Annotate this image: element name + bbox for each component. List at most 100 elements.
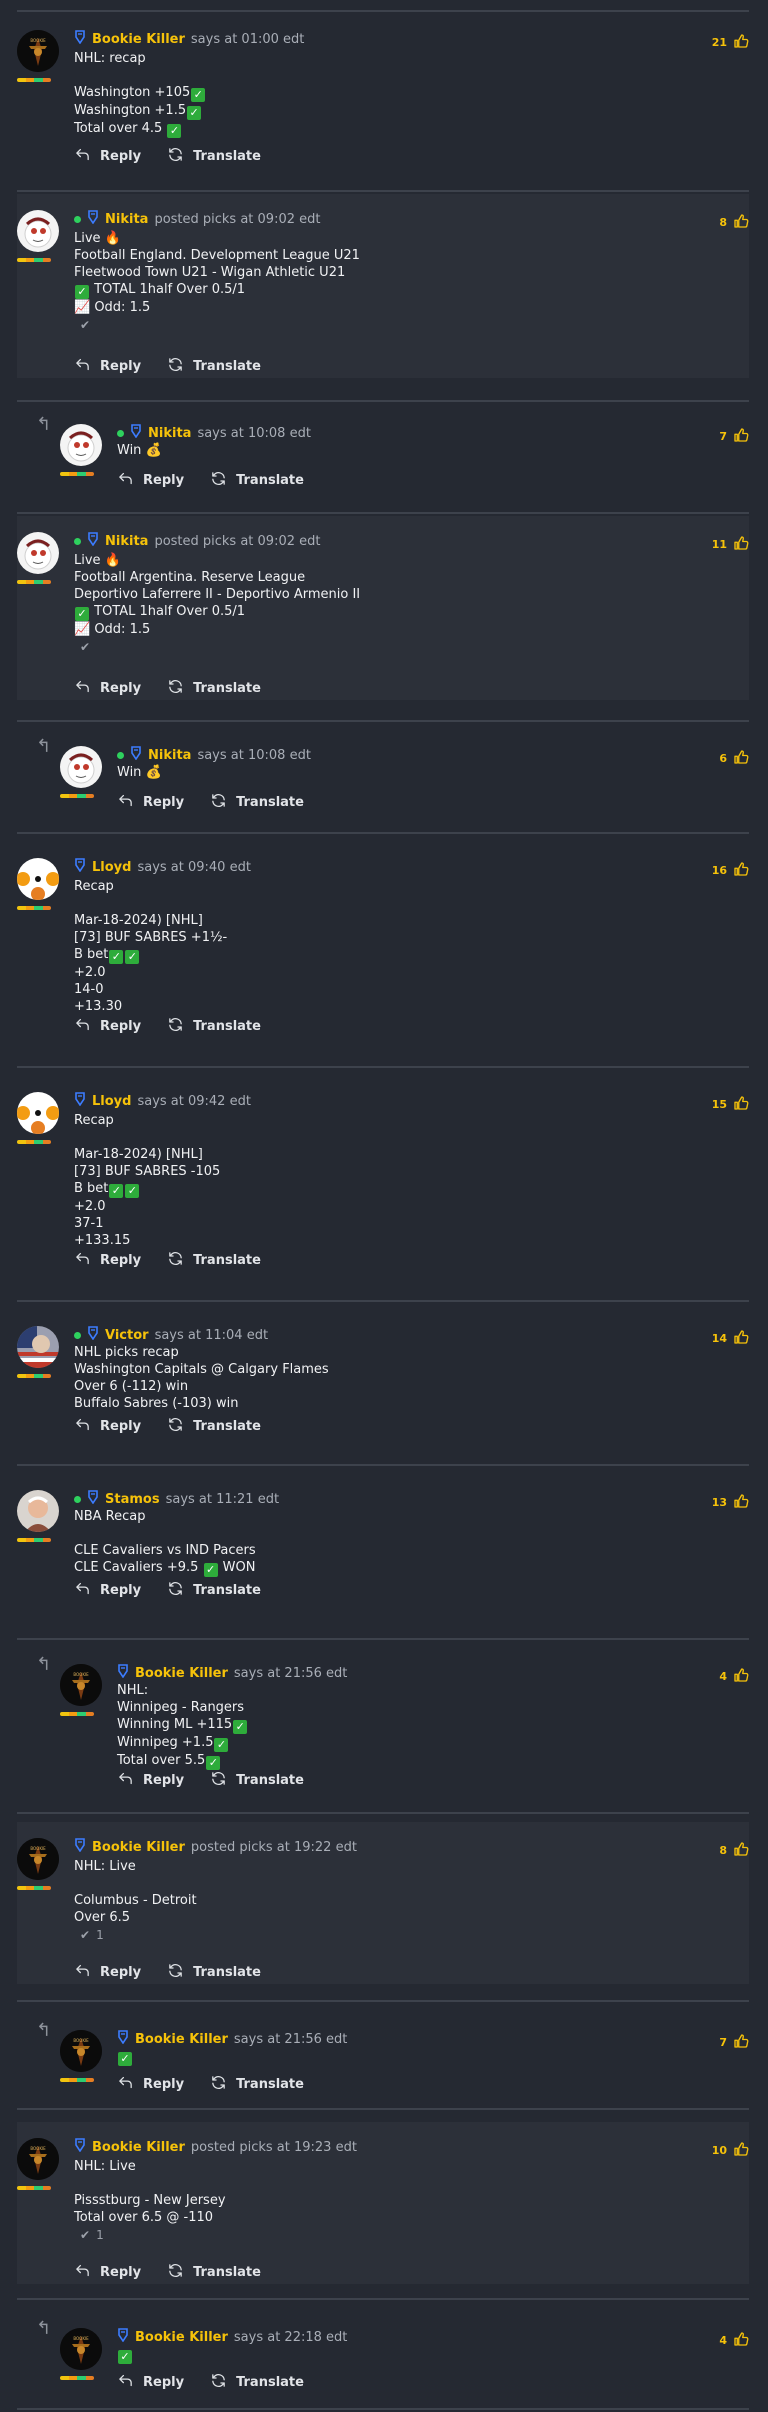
- pick-check-counter[interactable]: ✔ 1: [80, 1928, 104, 1942]
- reply-button[interactable]: Reply: [117, 1770, 184, 1791]
- avatar[interactable]: [17, 1092, 61, 1144]
- thumbs-up-icon: [732, 2140, 750, 2161]
- username[interactable]: Nikita: [148, 426, 191, 441]
- avatar[interactable]: [17, 1490, 61, 1542]
- translate-button[interactable]: Translate: [167, 678, 261, 699]
- translate-button[interactable]: Translate: [167, 356, 261, 377]
- translate-button[interactable]: Translate: [167, 1416, 261, 1437]
- avatar-image[interactable]: [17, 1490, 59, 1532]
- username[interactable]: Lloyd: [92, 1094, 131, 1109]
- avatar[interactable]: BOOKIE: [60, 2328, 104, 2380]
- translate-button[interactable]: Translate: [210, 2074, 304, 2095]
- reply-indent-icon: ↰: [36, 2020, 52, 2041]
- comment-line: 📈 Odd: 1.5: [74, 622, 151, 637]
- translate-label: Translate: [236, 2375, 304, 2390]
- like-button[interactable]: 8: [719, 1840, 750, 1861]
- avatar[interactable]: [17, 1326, 61, 1378]
- reply-button[interactable]: Reply: [74, 1016, 141, 1037]
- avatar[interactable]: BOOKIE: [60, 2030, 104, 2082]
- avatar-image[interactable]: [17, 532, 59, 574]
- avatar-image[interactable]: BOOKIE: [17, 30, 59, 72]
- reply-label: Reply: [100, 2265, 142, 2280]
- like-button[interactable]: 16: [712, 860, 750, 881]
- reply-button[interactable]: Reply: [117, 470, 184, 491]
- reply-button[interactable]: Reply: [74, 356, 141, 377]
- check-emoji: ✓: [206, 1756, 221, 1770]
- username[interactable]: Bookie Killer: [135, 2330, 228, 2345]
- username[interactable]: Stamos: [105, 1492, 160, 1507]
- check-emoji: ✓: [75, 285, 89, 299]
- username[interactable]: Victor: [105, 1328, 149, 1343]
- avatar-image[interactable]: [60, 424, 102, 466]
- reply-label: Reply: [100, 149, 142, 164]
- reply-button[interactable]: Reply: [117, 792, 184, 813]
- like-button[interactable]: 8: [719, 212, 750, 233]
- username[interactable]: Bookie Killer: [92, 2140, 185, 2155]
- translate-button[interactable]: Translate: [210, 792, 304, 813]
- reply-button[interactable]: Reply: [74, 1580, 141, 1601]
- username[interactable]: Bookie Killer: [92, 32, 185, 47]
- comment-header: Bookie Killer posted picks at 19:22 edt: [74, 1838, 357, 1856]
- like-button[interactable]: 21: [712, 32, 750, 53]
- translate-button[interactable]: Translate: [210, 2372, 304, 2393]
- like-button[interactable]: 13: [712, 1492, 750, 1513]
- reply-button[interactable]: Reply: [74, 146, 141, 167]
- translate-button[interactable]: Translate: [167, 1250, 261, 1271]
- avatar-image[interactable]: [17, 1326, 59, 1368]
- translate-button[interactable]: Translate: [167, 1580, 261, 1601]
- like-button[interactable]: 10: [712, 2140, 750, 2161]
- avatar[interactable]: [17, 210, 61, 262]
- translate-button[interactable]: Translate: [210, 470, 304, 491]
- reply-button[interactable]: Reply: [117, 2074, 184, 2095]
- reply-button[interactable]: Reply: [117, 2372, 184, 2393]
- avatar-image[interactable]: BOOKIE: [60, 1664, 102, 1706]
- avatar[interactable]: BOOKIE: [17, 30, 61, 82]
- translate-button[interactable]: Translate: [167, 146, 261, 167]
- like-button[interactable]: 7: [719, 2032, 750, 2053]
- username[interactable]: Nikita: [105, 534, 148, 549]
- reply-button[interactable]: Reply: [74, 1416, 141, 1437]
- avatar-image[interactable]: [60, 746, 102, 788]
- pick-check-counter[interactable]: ✔: [80, 640, 96, 654]
- avatar[interactable]: BOOKIE: [17, 2138, 61, 2190]
- username[interactable]: Bookie Killer: [135, 2032, 228, 2047]
- avatar[interactable]: [17, 532, 61, 584]
- avatar-image[interactable]: BOOKIE: [17, 1838, 59, 1880]
- avatar-image[interactable]: [17, 1092, 59, 1134]
- translate-label: Translate: [193, 1965, 261, 1980]
- like-button[interactable]: 7: [719, 426, 750, 447]
- comment-line: Washington +105 ✓: [74, 84, 206, 102]
- translate-button[interactable]: Translate: [167, 2262, 261, 2283]
- translate-button[interactable]: Translate: [167, 1962, 261, 1983]
- username[interactable]: Nikita: [148, 748, 191, 763]
- translate-button[interactable]: Translate: [167, 1016, 261, 1037]
- pick-check-counter[interactable]: ✔: [80, 318, 96, 332]
- like-button[interactable]: 11: [712, 534, 750, 555]
- avatar[interactable]: [60, 424, 104, 476]
- username[interactable]: Nikita: [105, 212, 148, 227]
- avatar[interactable]: [17, 858, 61, 910]
- like-button[interactable]: 14: [712, 1328, 750, 1349]
- reply-button[interactable]: Reply: [74, 2262, 141, 2283]
- avatar-image[interactable]: [17, 210, 59, 252]
- reply-button[interactable]: Reply: [74, 1250, 141, 1271]
- reply-button[interactable]: Reply: [74, 1962, 141, 1983]
- avatar-image[interactable]: BOOKIE: [60, 2030, 102, 2072]
- avatar-image[interactable]: [17, 858, 59, 900]
- like-button[interactable]: 15: [712, 1094, 750, 1115]
- avatar[interactable]: BOOKIE: [60, 1664, 104, 1716]
- reply-button[interactable]: Reply: [74, 678, 141, 699]
- username[interactable]: Bookie Killer: [135, 1666, 228, 1681]
- comment-body: NBA Recap CLE Cavaliers vs IND Pacers CLE…: [74, 1508, 256, 1577]
- like-button[interactable]: 6: [719, 748, 750, 769]
- username[interactable]: Lloyd: [92, 860, 131, 875]
- avatar[interactable]: BOOKIE: [17, 1838, 61, 1890]
- pick-check-counter[interactable]: ✔ 1: [80, 2228, 104, 2242]
- avatar-image[interactable]: BOOKIE: [17, 2138, 59, 2180]
- like-button[interactable]: 4: [719, 1666, 750, 1687]
- translate-button[interactable]: Translate: [210, 1770, 304, 1791]
- username[interactable]: Bookie Killer: [92, 1840, 185, 1855]
- avatar-image[interactable]: BOOKIE: [60, 2328, 102, 2370]
- avatar[interactable]: [60, 746, 104, 798]
- like-button[interactable]: 4: [719, 2330, 750, 2351]
